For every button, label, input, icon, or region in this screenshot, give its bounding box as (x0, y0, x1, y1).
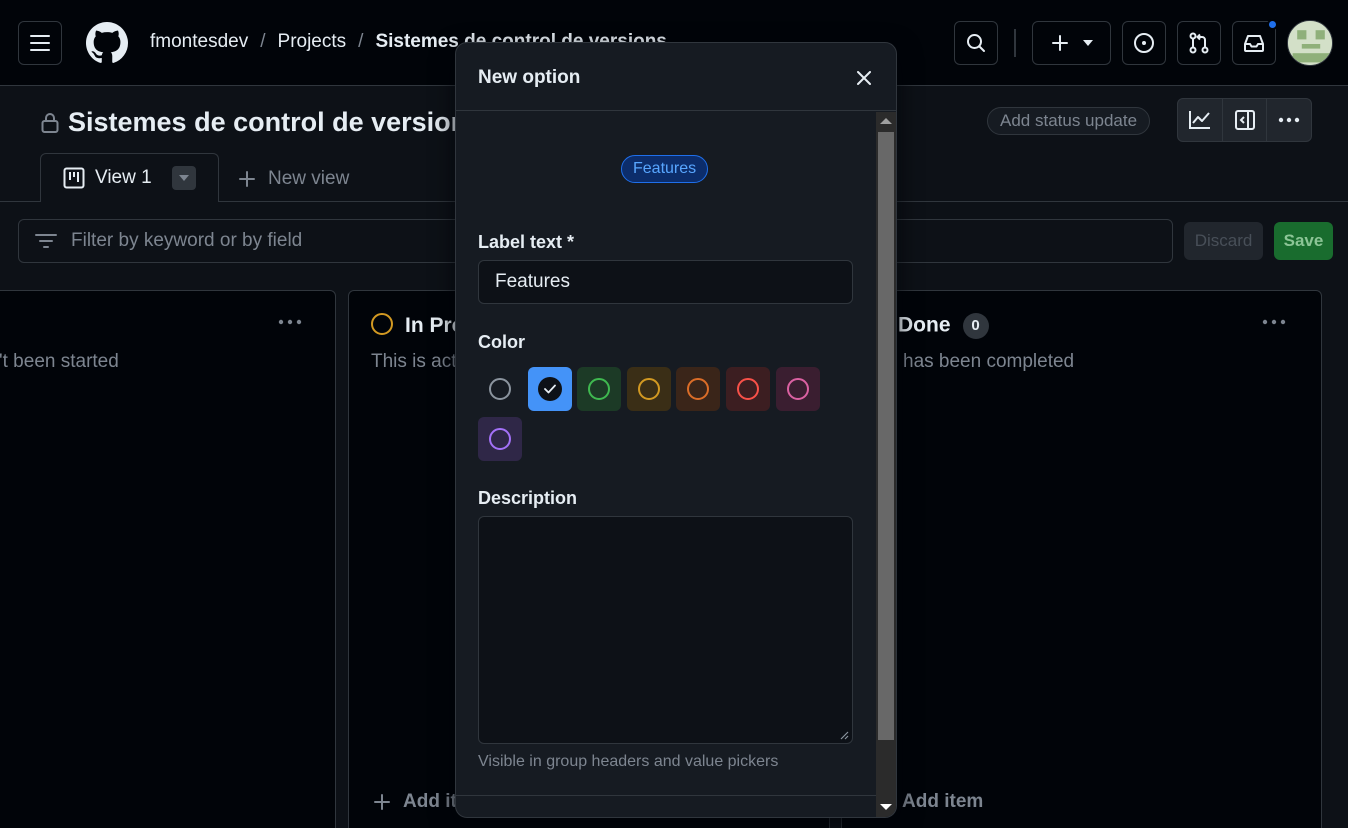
color-swatch-orange[interactable] (676, 367, 721, 411)
column-menu-button[interactable] (278, 305, 302, 331)
breadcrumb-separator: / (358, 31, 364, 52)
label-text-label: Label text * (478, 232, 575, 252)
create-new-button[interactable] (1032, 21, 1111, 65)
project-title-text: Sistemes de control de versions (68, 107, 483, 137)
column-title-text: Done (898, 313, 951, 337)
color-ring-icon (489, 378, 511, 400)
menu-button[interactable] (18, 21, 62, 65)
kebab-horizontal-icon (1278, 117, 1300, 123)
scroll-up-arrow-icon[interactable] (880, 118, 892, 124)
plus-icon (374, 794, 390, 810)
column-count-badge: 0 (962, 313, 989, 339)
color-swatch-yellow[interactable] (626, 367, 671, 411)
page-title: Sistemes de control de versions (40, 107, 482, 138)
graph-icon (1188, 111, 1210, 129)
search-icon (967, 34, 985, 52)
color-swatch-pink[interactable] (775, 367, 820, 411)
color-ring-icon (637, 378, 660, 400)
color-swatch-red[interactable] (726, 367, 770, 411)
kebab-horizontal-icon (1262, 319, 1286, 325)
breadcrumb-projects[interactable]: Projects (278, 31, 347, 53)
insights-button[interactable] (1178, 99, 1223, 141)
color-swatch-gray[interactable] (478, 367, 522, 411)
side-panel-button[interactable] (1223, 99, 1268, 141)
git-pull-request-icon (1189, 32, 1209, 54)
issues-button[interactable] (1122, 21, 1166, 65)
header-divider (1014, 29, 1016, 57)
board-column-todo: 't been started (0, 290, 336, 828)
color-ring-icon (786, 378, 809, 400)
dialog-header: New option (456, 43, 896, 111)
more-options-button[interactable] (1267, 99, 1311, 141)
column-description: This is act (371, 351, 457, 372)
dialog-scrollbar[interactable] (876, 112, 896, 817)
view-options-button[interactable] (172, 166, 196, 190)
scroll-down-arrow-icon[interactable] (880, 804, 892, 810)
search-button[interactable] (954, 21, 998, 65)
add-item-button[interactable]: Add it (373, 791, 457, 813)
inbox-icon (1244, 35, 1264, 52)
description-label: Description (478, 488, 578, 508)
filter-icon (35, 234, 57, 248)
scroll-thumb[interactable] (878, 132, 894, 740)
plus-icon (1051, 35, 1068, 51)
dialog-body: Features Label text * Color Description … (456, 112, 876, 796)
github-logo-icon[interactable] (86, 22, 128, 64)
color-ring-icon (687, 378, 710, 400)
add-item-label: Add item (902, 791, 984, 812)
resize-handle-icon[interactable] (839, 730, 849, 740)
dialog-title: New option (478, 67, 581, 88)
column-menu-button[interactable] (1262, 305, 1286, 331)
notification-indicator (1267, 19, 1278, 30)
sidebar-expand-icon (1234, 110, 1255, 130)
check-circle-icon (537, 377, 562, 401)
plus-icon (239, 171, 255, 187)
save-button[interactable]: Save (1274, 222, 1333, 260)
column-description: has been completed (903, 351, 1075, 372)
color-label: Color (478, 332, 525, 352)
description-hint: Visible in group headers and value picke… (478, 753, 779, 770)
label-text-input[interactable] (478, 260, 853, 304)
breadcrumb-owner[interactable]: fmontesdev (150, 31, 248, 53)
triangle-down-icon (179, 175, 189, 181)
description-textarea[interactable] (478, 516, 853, 744)
dialog-footer-divider (456, 795, 876, 796)
filter-placeholder: Filter by keyword or by field (71, 230, 303, 251)
option-preview-chip: Features (621, 155, 709, 183)
project-actions (1177, 98, 1312, 142)
kebab-horizontal-icon (278, 319, 302, 325)
color-swatch-green[interactable] (577, 367, 622, 411)
new-view-button[interactable]: New view (238, 168, 349, 190)
hamburger-icon (30, 35, 50, 51)
color-ring-icon (737, 378, 759, 400)
new-view-label: New view (268, 168, 350, 189)
avatar[interactable] (1287, 20, 1333, 66)
color-ring-icon (489, 428, 511, 450)
close-icon (857, 71, 871, 85)
triangle-down-icon (1082, 40, 1093, 46)
color-ring-icon (588, 378, 611, 400)
lock-icon (41, 112, 59, 133)
color-swatch-purple[interactable] (478, 417, 522, 461)
color-swatch-blue[interactable] (527, 367, 572, 411)
add-item-label: Add it (403, 791, 457, 812)
breadcrumb-separator: / (260, 31, 266, 52)
tab-label: View 1 (95, 167, 152, 188)
close-button[interactable] (852, 66, 876, 90)
issue-opened-icon (1134, 33, 1154, 53)
board-column-done: Done 0 has been completed Add item (841, 290, 1322, 828)
new-option-dialog: New option Features Label text * Color D… (455, 42, 897, 818)
column-title: Done 0 (898, 313, 989, 339)
column-description: 't been started (0, 351, 119, 372)
pull-requests-button[interactable] (1177, 21, 1221, 65)
in-progress-status-icon (371, 313, 393, 335)
add-status-update-button[interactable]: Add status update (987, 107, 1151, 135)
table-board-icon (63, 167, 85, 189)
discard-button[interactable]: Discard (1184, 222, 1263, 260)
